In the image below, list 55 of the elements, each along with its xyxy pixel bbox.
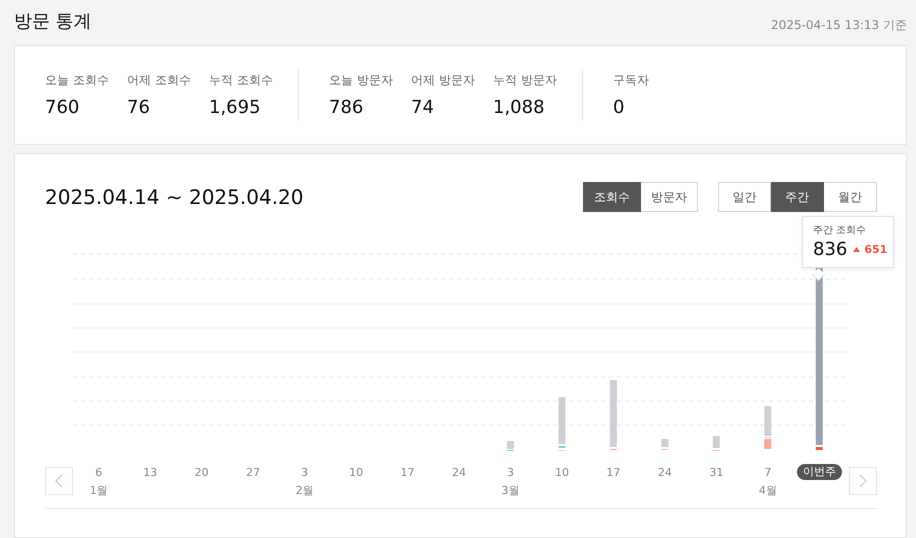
- axis-label: 3: [506, 466, 514, 480]
- stat-value: 1,088: [493, 97, 546, 118]
- bar: [712, 436, 720, 451]
- axis-label: 31: [709, 466, 724, 480]
- axis-label: 27: [246, 466, 260, 480]
- period-tab[interactable]: 월간: [824, 182, 877, 212]
- date-range: 2025.04.14 ~ 2025.04.20: [45, 185, 304, 209]
- stat-value: 0: [613, 97, 626, 118]
- axis-label: 3: [301, 466, 308, 480]
- axis-label: 7: [764, 466, 772, 480]
- stat-value: 1,695: [209, 97, 262, 118]
- previous-button[interactable]: [45, 467, 73, 495]
- current-week-badge: 이번주: [796, 464, 842, 480]
- stat-value: 786: [329, 97, 364, 118]
- stat-value: 76: [127, 97, 151, 118]
- stat-label: 어제 조회수: [127, 72, 192, 89]
- month-label: 3월: [501, 484, 520, 498]
- stat-value: 74: [411, 97, 435, 118]
- axis-label: 10: [349, 466, 364, 480]
- bar: [610, 380, 617, 450]
- bar: [661, 439, 668, 450]
- tooltip-value: 836: [813, 239, 848, 260]
- stat-label: 오늘 조회수: [45, 72, 110, 89]
- stat-label: 누적 방문자: [493, 72, 558, 89]
- chevron-left-icon: [55, 474, 63, 488]
- axis-label: 24: [658, 466, 672, 480]
- metric-tab[interactable]: 조회수: [583, 182, 641, 212]
- page-title: 방문 통계: [14, 10, 92, 33]
- month-label: 1월: [90, 484, 108, 498]
- up-triangle-icon: [853, 247, 860, 252]
- bar: [764, 406, 772, 449]
- axis-label: 6: [95, 466, 102, 480]
- timestamp: 2025-04-15 13:13 기준: [771, 17, 907, 34]
- period-tab[interactable]: 일간: [718, 182, 771, 212]
- stat-value: 760: [45, 97, 80, 118]
- tooltip-label: 주간 조회수: [813, 224, 868, 237]
- axis-label: 24: [452, 466, 466, 480]
- chevron-right-icon: [859, 474, 867, 488]
- bar: [506, 441, 514, 451]
- month-label: 4월: [758, 484, 777, 498]
- axis-label: 13: [143, 466, 158, 480]
- next-button[interactable]: [849, 467, 877, 495]
- stat-label: 구독자: [613, 72, 650, 89]
- bar: [558, 397, 566, 451]
- axis-label: 10: [554, 466, 569, 480]
- metric-tab[interactable]: 방문자: [641, 182, 698, 212]
- stat-label: 어제 방문자: [411, 72, 476, 89]
- stat-label: 누적 조회수: [209, 72, 274, 89]
- stat-label: 오늘 방문자: [329, 72, 394, 89]
- axis-label: 17: [606, 466, 620, 480]
- axis-label: 17: [400, 466, 415, 480]
- month-label: 2월: [296, 484, 314, 498]
- axis-label: 20: [194, 466, 209, 480]
- tooltip-change: 651: [864, 243, 888, 256]
- period-tab[interactable]: 주간: [771, 182, 824, 212]
